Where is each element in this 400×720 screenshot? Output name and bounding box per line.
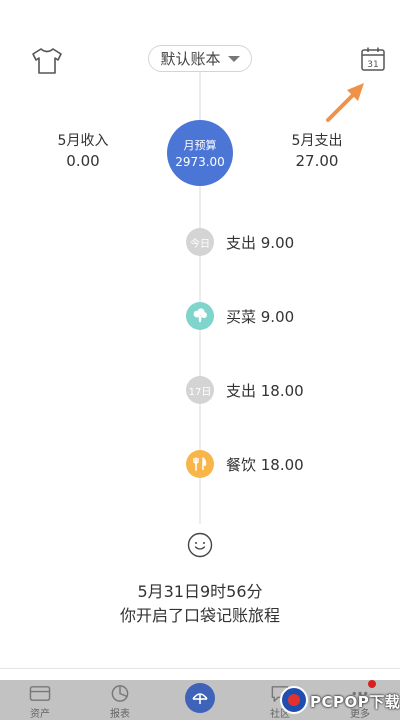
calendar-button[interactable]: 31	[360, 46, 386, 72]
chart-icon	[111, 685, 129, 702]
entry-text: 买菜 9.00	[226, 307, 295, 326]
book-selector[interactable]: 默认账本	[148, 45, 252, 72]
calendar-day: 31	[367, 60, 378, 70]
expense-label: 5月支出	[291, 133, 343, 149]
budget-label: 月预算	[183, 139, 217, 152]
wallet-icon	[29, 686, 51, 701]
timeline-date-today[interactable]: 今日 支出 9.00	[186, 228, 294, 256]
expense-value: 27.00	[295, 152, 339, 170]
record-icon	[192, 693, 208, 704]
book-name: 默认账本	[160, 50, 221, 68]
start-date: 5月31日9时56分	[137, 582, 263, 601]
veggie-badge	[186, 302, 214, 330]
tab-label: 资产	[30, 709, 50, 720]
chevron-down-icon	[227, 56, 240, 62]
veggie-icon	[193, 308, 207, 322]
timeline-date-17[interactable]: 17日 支出 18.00	[186, 376, 304, 404]
month-income[interactable]: 5月收入 0.00	[28, 130, 138, 170]
watermark-text: PCPOP下载	[310, 693, 400, 711]
tab-label: 报表	[110, 709, 130, 720]
record-button[interactable]	[185, 683, 215, 713]
dining-badge	[186, 450, 214, 478]
annotation-arrow-icon	[326, 83, 364, 122]
timeline-entry-veggie[interactable]: 买菜 9.00	[186, 302, 294, 330]
divider	[0, 668, 400, 669]
skin-button[interactable]	[30, 46, 64, 76]
date-badge: 今日	[186, 228, 214, 256]
income-label: 5月收入	[57, 133, 109, 149]
tab-reports[interactable]: 报表	[90, 680, 150, 720]
date-badge: 17日	[186, 376, 214, 404]
budget-value: 2973.00	[175, 155, 225, 169]
smile-icon	[187, 532, 213, 558]
timeline-entry-dining[interactable]: 餐饮 18.00	[186, 450, 304, 478]
dining-icon	[193, 457, 207, 471]
budget-circle[interactable]: 月预算 2973.00	[167, 120, 233, 186]
calendar-icon: 31	[361, 47, 385, 71]
income-value: 0.00	[66, 152, 100, 170]
entry-text: 支出 9.00	[226, 233, 295, 252]
month-expense[interactable]: 5月支出 27.00	[262, 130, 372, 170]
entry-text: 支出 18.00	[226, 381, 304, 400]
watermark: PCPOP下载	[276, 682, 400, 718]
tab-assets[interactable]: 资产	[10, 680, 70, 720]
tshirt-icon	[32, 48, 62, 74]
start-message: 你开启了口袋记账旅程	[119, 606, 280, 625]
watermark-logo-icon	[280, 686, 308, 714]
entry-text: 餐饮 18.00	[226, 455, 304, 474]
